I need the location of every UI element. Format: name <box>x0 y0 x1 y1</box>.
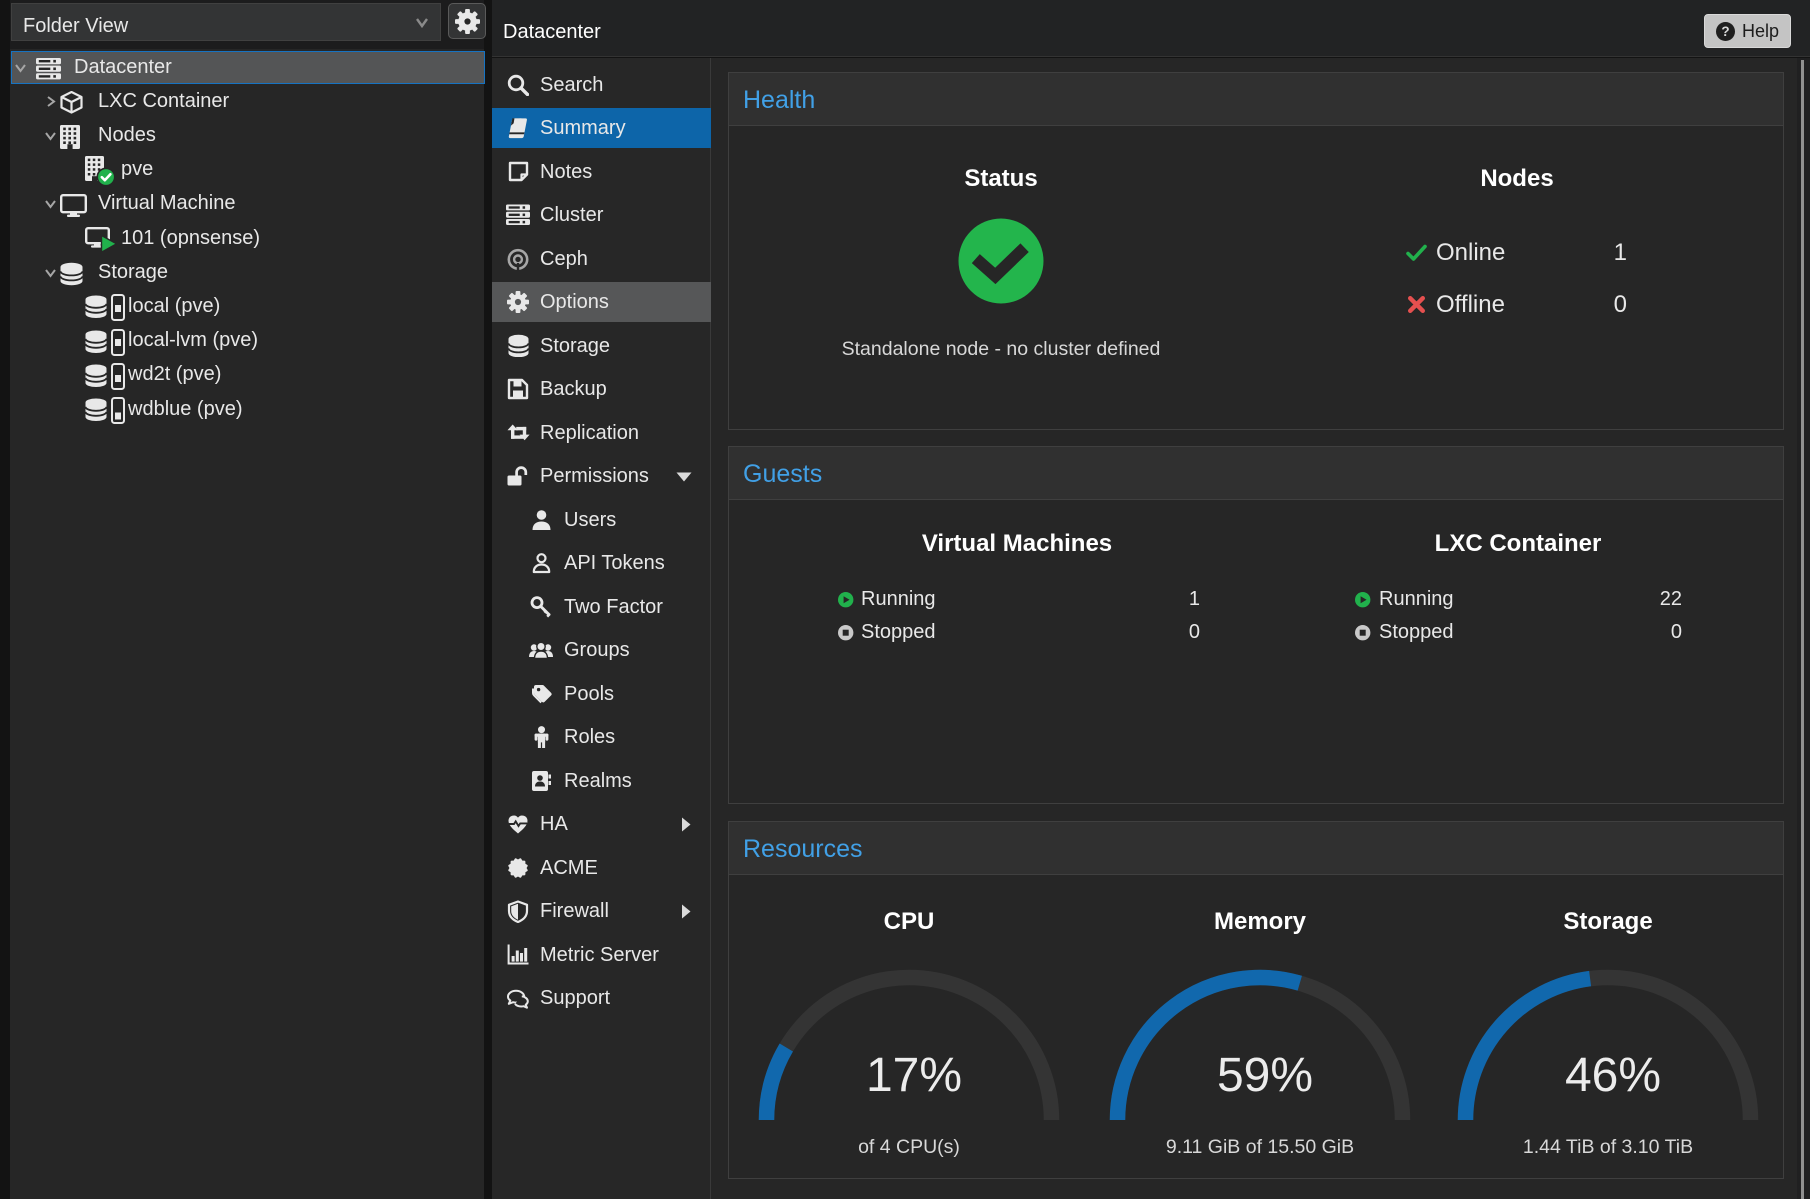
svg-text:?: ? <box>1721 24 1729 39</box>
